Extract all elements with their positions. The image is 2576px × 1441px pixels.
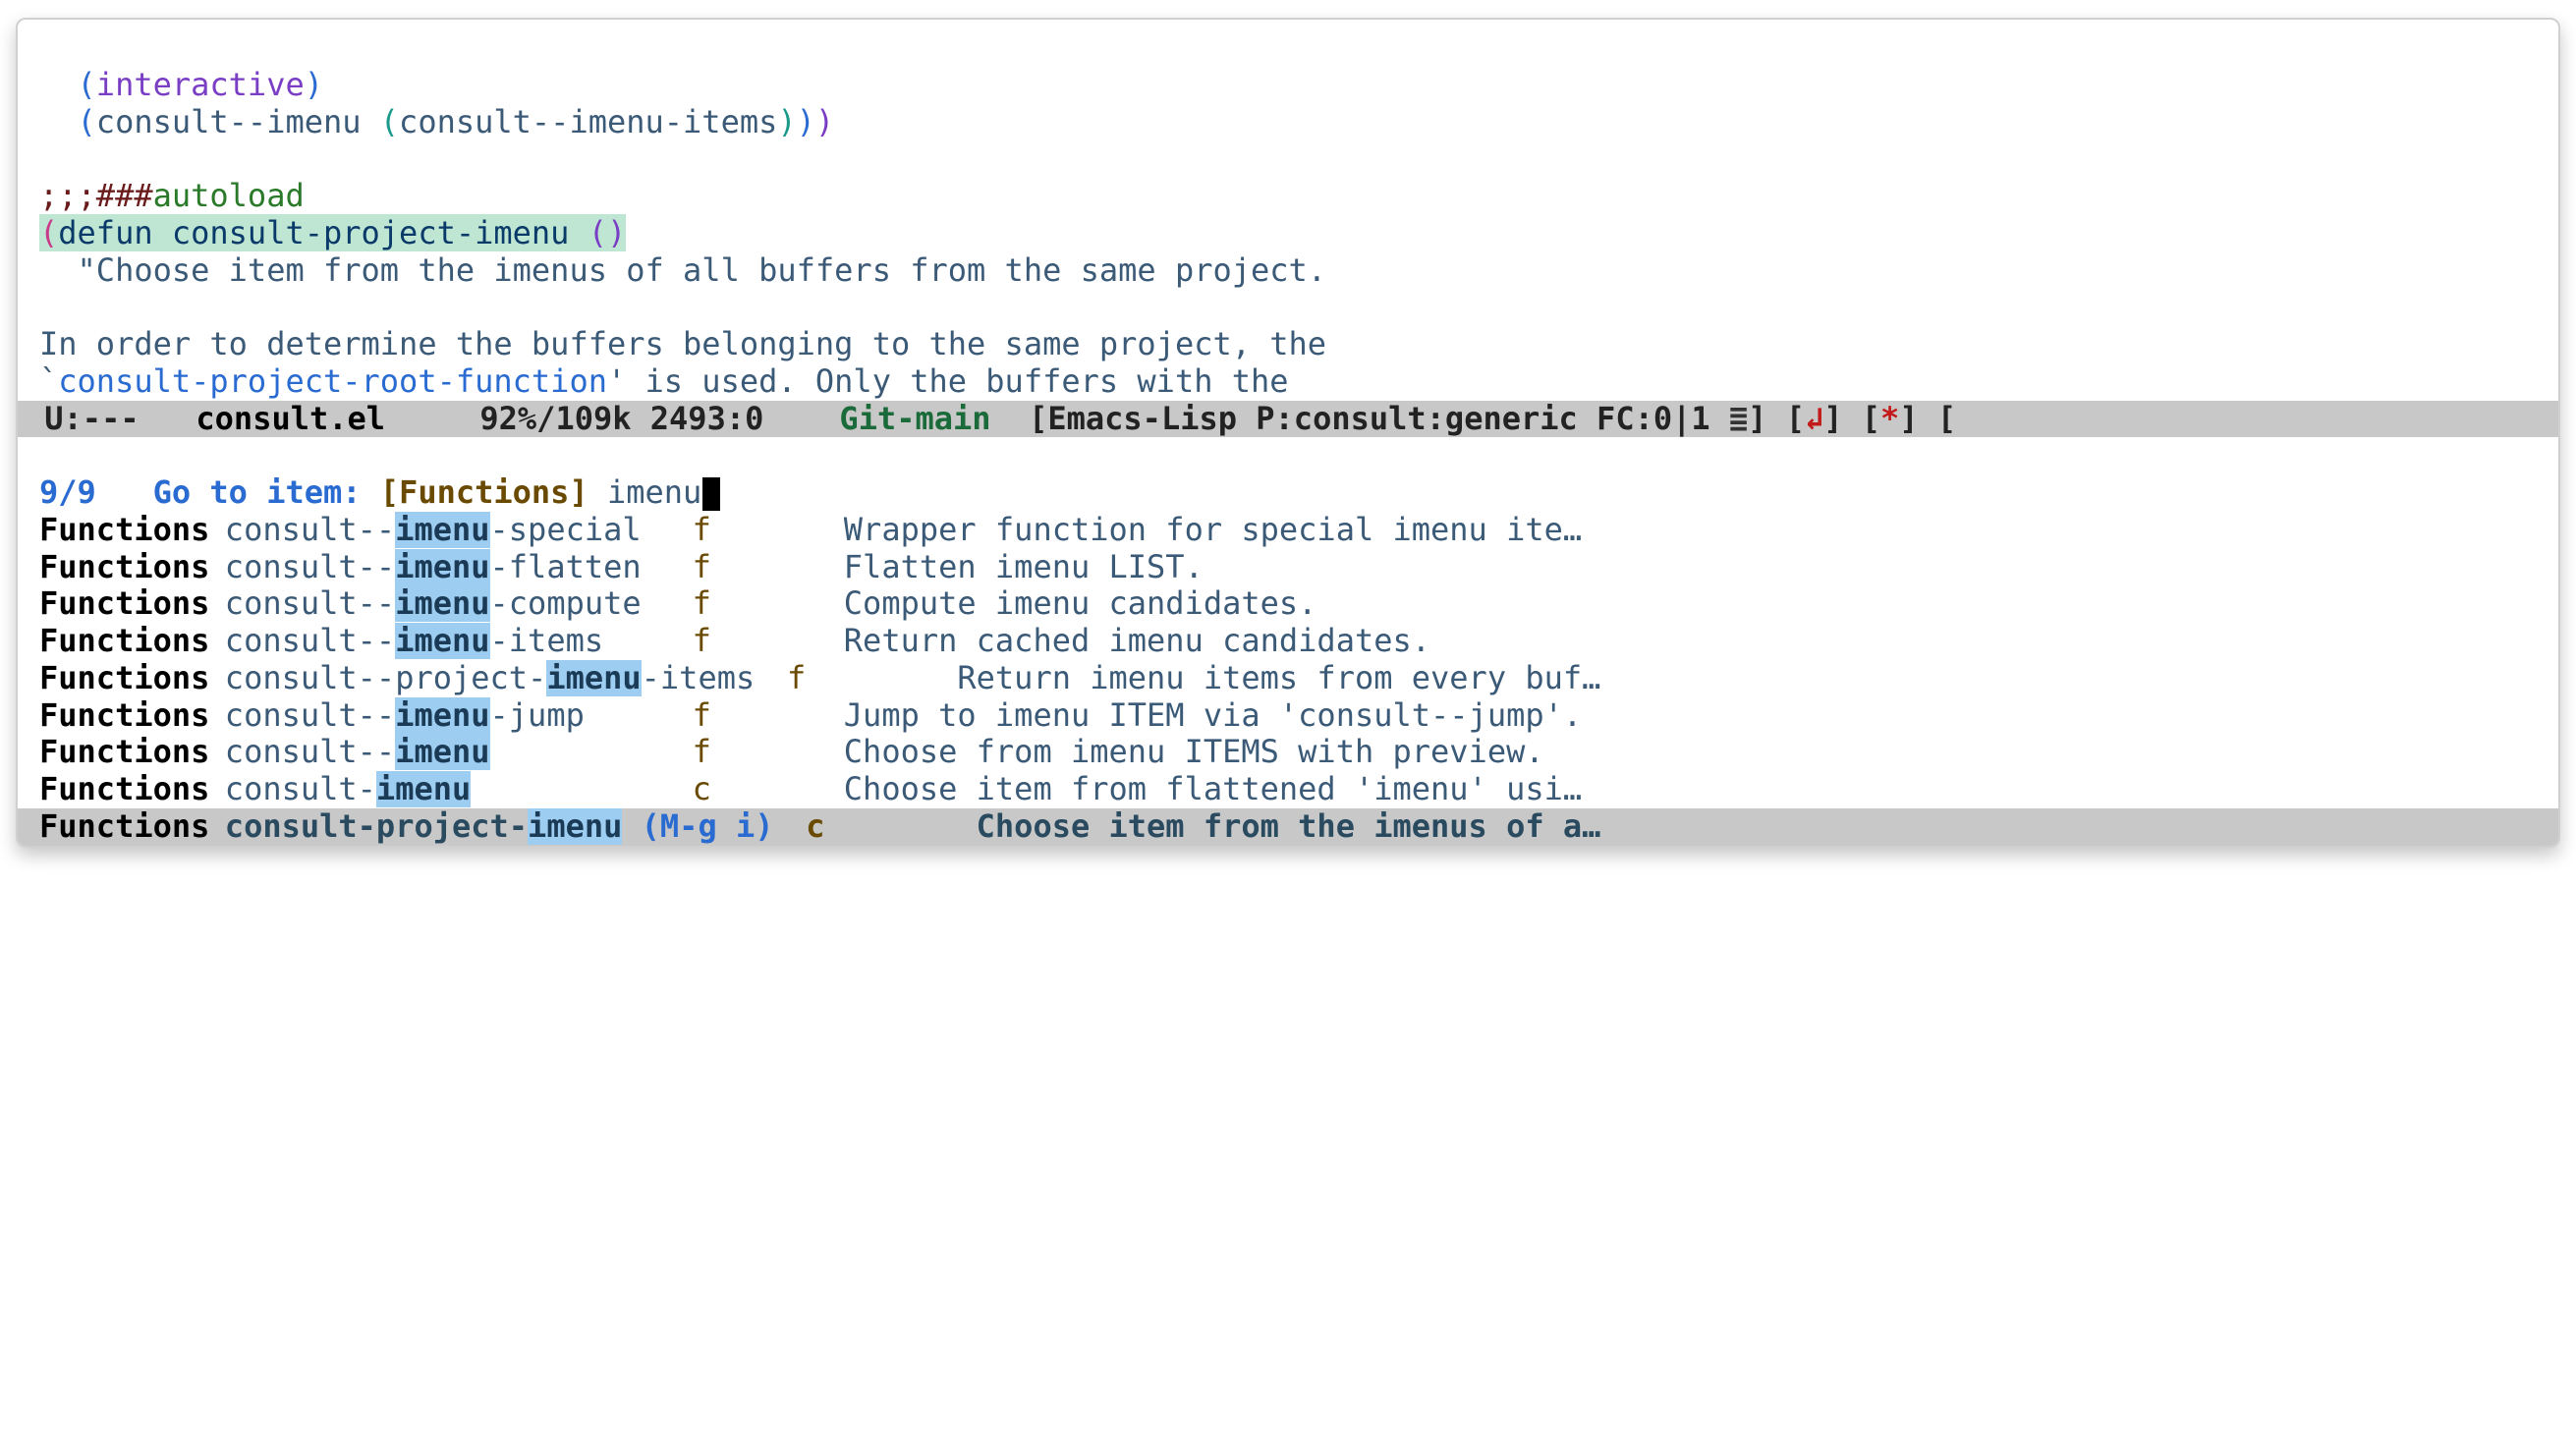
candidate-category: Functions bbox=[39, 771, 225, 808]
candidate-type: f bbox=[787, 660, 825, 697]
candidate-name: consult--imenu-compute bbox=[225, 585, 642, 623]
emacs-frame: (interactive) (consult--imenu (consult--… bbox=[16, 18, 2560, 848]
candidate-category: Functions bbox=[39, 808, 225, 846]
candidate-name: consult-imenu bbox=[225, 771, 471, 808]
completion-candidate[interactable]: Functions consult--imenu-items f Return … bbox=[18, 623, 2558, 660]
candidate-doc: Choose item from flattened 'imenu' usi… bbox=[844, 771, 2537, 808]
star-icon: * bbox=[1880, 401, 1899, 438]
completion-candidate[interactable]: Functions consult-project-imenu (M-g i) … bbox=[18, 808, 2558, 846]
modeline-status: U:--- bbox=[26, 401, 158, 438]
match-highlight: imenu bbox=[395, 549, 489, 585]
code-line-comment: ;;;###autoload bbox=[39, 177, 305, 214]
completion-candidate[interactable]: Functions consult--imenu-flatten f Flatt… bbox=[18, 549, 2558, 586]
candidate-doc: Return cached imenu candidates. bbox=[844, 623, 2537, 660]
match-highlight: imenu bbox=[376, 771, 471, 807]
candidate-type: f bbox=[693, 585, 731, 623]
candidate-name: consult--imenu bbox=[225, 734, 490, 771]
keybinding-hint: (M-g i) bbox=[622, 808, 773, 845]
candidate-category: Functions bbox=[39, 512, 225, 549]
candidate-name: consult--project-imenu-items bbox=[225, 660, 755, 697]
candidate-doc: Compute imenu candidates. bbox=[844, 585, 2537, 623]
completion-candidate[interactable]: Functions consult--imenu f Choose from i… bbox=[18, 734, 2558, 771]
candidate-doc: Jump to imenu ITEM via 'consult--jump'. bbox=[844, 697, 2537, 735]
candidate-type: f bbox=[693, 623, 731, 660]
candidate-doc: Wrapper function for special imenu ite… bbox=[844, 512, 2537, 549]
candidate-category: Functions bbox=[39, 623, 225, 660]
completion-candidate[interactable]: Functions consult--project-imenu-items f… bbox=[18, 660, 2558, 697]
code-line: (interactive) bbox=[39, 66, 323, 103]
candidate-name: consult--imenu-flatten bbox=[225, 549, 642, 586]
candidate-doc: Flatten imenu LIST. bbox=[844, 549, 2537, 586]
completion-candidates[interactable]: Functions consult--imenu-special f Wrapp… bbox=[18, 512, 2558, 846]
candidate-type: f bbox=[693, 512, 731, 549]
code-buffer[interactable]: (interactive) (consult--imenu (consult--… bbox=[18, 20, 2558, 401]
candidate-type: f bbox=[693, 697, 731, 735]
minibuffer-prompt: Go to item: bbox=[96, 473, 380, 511]
completion-candidate[interactable]: Functions consult--imenu-special f Wrapp… bbox=[18, 512, 2558, 549]
completion-candidate[interactable]: Functions consult--imenu-jump f Jump to … bbox=[18, 697, 2558, 735]
completion-candidate[interactable]: Functions consult--imenu-compute f Compu… bbox=[18, 585, 2558, 623]
candidate-category: Functions bbox=[39, 660, 225, 697]
match-highlight: imenu bbox=[395, 512, 489, 548]
match-highlight: imenu bbox=[546, 660, 641, 696]
match-highlight: imenu bbox=[395, 585, 489, 622]
candidate-doc: Choose item from the imenus of a… bbox=[977, 808, 2537, 846]
lines-icon: ≣ bbox=[1729, 401, 1748, 438]
code-line: (consult--imenu (consult--imenu-items))) bbox=[39, 103, 834, 140]
match-highlight: imenu bbox=[395, 697, 489, 734]
modeline-buffer-name: consult.el bbox=[158, 401, 385, 438]
match-highlight: imenu bbox=[528, 808, 622, 845]
defun-line: (defun consult-project-imenu () bbox=[39, 214, 626, 251]
candidate-category: Functions bbox=[39, 585, 225, 623]
modeline-position: 92%/109k 2493:0 bbox=[385, 401, 839, 438]
docstring-line: `consult-project-root-function' is used.… bbox=[39, 362, 1289, 400]
mode-line: U:--- consult.el 92%/109k 2493:0 Git-mai… bbox=[18, 401, 2558, 438]
completion-candidate[interactable]: Functions consult-imenu c Choose item fr… bbox=[18, 771, 2558, 808]
candidate-category: Functions bbox=[39, 549, 225, 586]
candidate-type: c bbox=[693, 771, 731, 808]
modeline-major-mode: [Emacs-Lisp P:consult:generic FC:0|1 bbox=[991, 401, 1729, 438]
minibuffer-input[interactable]: imenu bbox=[588, 473, 702, 511]
candidate-name: consult--imenu-items bbox=[225, 623, 603, 660]
candidate-type: f bbox=[693, 549, 731, 586]
narrow-group: Functions bbox=[399, 473, 569, 511]
candidate-name: consult--imenu-special bbox=[225, 512, 642, 549]
return-icon: ↲ bbox=[1805, 401, 1823, 438]
docstring-line: In order to determine the buffers belong… bbox=[39, 325, 1326, 362]
candidate-doc: Choose from imenu ITEMS with preview. bbox=[844, 734, 2537, 771]
candidate-category: Functions bbox=[39, 697, 225, 735]
candidate-type: c bbox=[806, 808, 844, 846]
modeline-vc: Git-main bbox=[839, 401, 990, 438]
candidate-category: Functions bbox=[39, 734, 225, 771]
minibuffer[interactable]: 9/9 Go to item: [Functions] imenu bbox=[18, 437, 2558, 512]
candidate-doc: Return imenu items from every buf… bbox=[957, 660, 2537, 697]
candidate-name: consult--imenu-jump bbox=[225, 697, 585, 735]
candidate-type: f bbox=[693, 734, 731, 771]
match-highlight: imenu bbox=[395, 734, 489, 770]
match-highlight: imenu bbox=[395, 623, 489, 659]
docstring-line: "Choose item from the imenus of all buff… bbox=[39, 251, 1326, 289]
candidate-name: consult-project-imenu (M-g i) bbox=[225, 808, 774, 846]
candidate-count: 9/9 bbox=[39, 473, 96, 511]
cursor bbox=[702, 477, 720, 511]
